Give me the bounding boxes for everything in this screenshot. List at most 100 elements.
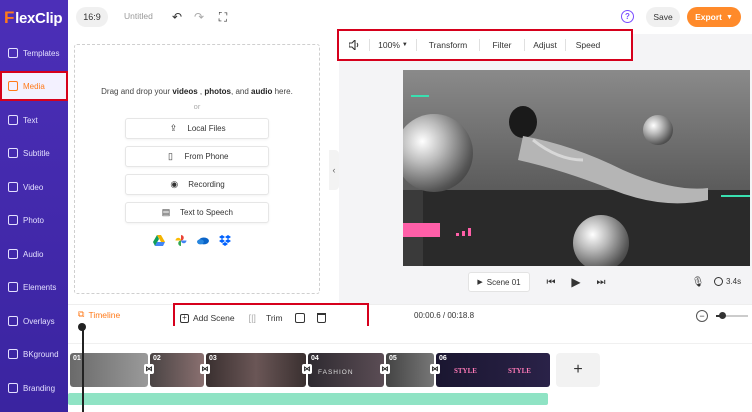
trash-icon[interactable] (316, 313, 326, 323)
add-scene-button[interactable]: + Add Scene (180, 313, 235, 323)
media-panel: Drag and drop your videos , photos, and … (68, 34, 328, 304)
drop-instructions: Drag and drop your videos , photos, and … (101, 87, 293, 96)
save-button[interactable]: Save (646, 7, 680, 27)
google-drive-icon[interactable] (153, 235, 165, 246)
recording-button[interactable]: ◉ Recording (125, 174, 269, 195)
cloud-sources (153, 235, 231, 246)
add-clip-button[interactable]: + (556, 353, 600, 387)
help-icon[interactable]: ? (621, 10, 634, 23)
timecode: 00:00.6 / 00:18.8 (414, 311, 475, 320)
sidebar: FlexClip Templates Media Text Subtitle V… (0, 0, 68, 412)
volume-icon[interactable] (339, 31, 369, 59)
audio-waveform[interactable] (68, 393, 548, 405)
green-line-decoration (411, 95, 429, 97)
timeline-ruler (68, 326, 752, 344)
zoom-slider-handle[interactable] (719, 312, 726, 319)
disco-ball-image (573, 215, 629, 266)
from-phone-button[interactable]: ▯ From Phone (125, 146, 269, 167)
disco-ball-image (643, 115, 673, 145)
onedrive-icon[interactable] (197, 235, 209, 246)
music-icon (8, 249, 18, 259)
logo: FlexClip (4, 8, 63, 27)
record-icon: ◉ (170, 179, 179, 189)
microphone-icon[interactable]: 🎙 (691, 275, 705, 289)
sidebar-item-bkground[interactable]: BKground (0, 339, 68, 369)
text-icon (8, 115, 18, 125)
dropbox-icon[interactable] (219, 235, 231, 246)
project-title[interactable]: Untitled (124, 11, 153, 21)
previous-icon[interactable]: ⏮ (544, 275, 558, 289)
sidebar-item-video[interactable]: Video (0, 172, 68, 202)
sidebar-item-overlays[interactable]: Overlays (0, 306, 68, 336)
filter-button[interactable]: Filter (480, 31, 524, 59)
transition-icon[interactable]: ⋈ (200, 364, 210, 374)
playhead-handle[interactable] (78, 323, 86, 331)
playhead[interactable] (82, 326, 84, 412)
tab-timeline[interactable]: ⧉ Timeline (78, 309, 137, 328)
background-icon (8, 349, 18, 359)
photo-icon (8, 215, 18, 225)
pink-bar-decoration (403, 223, 440, 237)
export-button[interactable]: Export ▼ (687, 7, 741, 27)
or-separator: or (193, 102, 201, 111)
clip-06[interactable]: 06 STYLE STYLE (436, 353, 550, 387)
sidebar-item-text[interactable]: Text (0, 105, 68, 135)
clip-02[interactable]: 02 (150, 353, 204, 387)
chevron-down-icon: ▼ (401, 42, 408, 48)
elements-icon (8, 282, 18, 292)
timeline-body: 01 ⋈ 02 ⋈ 03 ⋈ 04 FASHION ⋈ 05 ⋈ 06 STYL… (68, 323, 752, 412)
chevron-down-icon: ▼ (725, 13, 733, 21)
text-to-speech-button[interactable]: ▤ Text to Speech (125, 202, 269, 223)
clip-05[interactable]: 05 (386, 353, 434, 387)
transition-icon[interactable]: ⋈ (430, 364, 440, 374)
zoom-slider[interactable] (716, 312, 748, 319)
phone-icon: ▯ (168, 151, 173, 161)
google-photos-icon[interactable] (175, 235, 187, 246)
sidebar-item-photo[interactable]: Photo (0, 205, 68, 235)
transition-icon[interactable]: ⋈ (380, 364, 390, 374)
redo-icon[interactable]: ↷ (192, 10, 206, 24)
duplicate-icon[interactable] (294, 313, 305, 323)
overlays-icon (8, 316, 18, 326)
transition-icon[interactable]: ⋈ (144, 364, 154, 374)
duration-display: 3.4s (714, 277, 741, 286)
sidebar-item-media[interactable]: Media (0, 71, 68, 101)
templates-icon (8, 48, 18, 58)
play-icon[interactable]: ▶ (569, 275, 583, 289)
speech-icon: ▤ (161, 207, 171, 217)
video-preview[interactable] (403, 70, 750, 266)
transition-icon[interactable]: ⋈ (302, 364, 312, 374)
pink-dots-decoration (456, 228, 471, 236)
upload-icon: ⇪ (169, 123, 178, 133)
sidebar-item-templates[interactable]: Templates (0, 38, 68, 68)
zoom-out-icon[interactable]: − (696, 310, 708, 322)
local-files-button[interactable]: ⇪ Local Files (125, 118, 269, 139)
sidebar-item-subtitle[interactable]: Subtitle (0, 138, 68, 168)
split-icon[interactable]: [|] (249, 313, 256, 323)
plus-icon: + (180, 313, 189, 323)
scene-button[interactable]: ▶ Scene 01 (468, 272, 530, 292)
clip-03[interactable]: 03 (206, 353, 306, 387)
model-image (509, 106, 708, 204)
sidebar-item-branding[interactable]: Branding (0, 373, 68, 403)
timeline-icon: ⧉ (78, 309, 85, 319)
clip-04[interactable]: 04 FASHION (308, 353, 384, 387)
transform-button[interactable]: Transform (417, 31, 479, 59)
adjust-button[interactable]: Adjust (525, 31, 565, 59)
drop-zone[interactable] (74, 44, 320, 294)
aspect-ratio-button[interactable]: 16:9 (76, 7, 108, 27)
player-controls: ▶ Scene 01 ⏮ ▶ ⏭ 🎙 3.4s (468, 272, 741, 292)
branding-icon (8, 383, 18, 393)
fullscreen-icon[interactable]: ⛶ (216, 10, 230, 24)
video-icon (8, 182, 18, 192)
subtitle-icon (8, 148, 18, 158)
volume-level-dropdown[interactable]: 100% ▼ (370, 31, 416, 59)
collapse-panel-button[interactable]: ‹ (329, 150, 339, 190)
next-icon[interactable]: ⏭ (594, 275, 608, 289)
undo-icon[interactable]: ↶ (170, 10, 184, 24)
sidebar-item-audio[interactable]: Audio (0, 239, 68, 269)
trim-button[interactable]: Trim (266, 313, 283, 323)
flexclip-editor: FlexClip Templates Media Text Subtitle V… (0, 0, 752, 412)
speed-button[interactable]: Speed (566, 31, 610, 59)
sidebar-item-elements[interactable]: Elements (0, 272, 68, 302)
